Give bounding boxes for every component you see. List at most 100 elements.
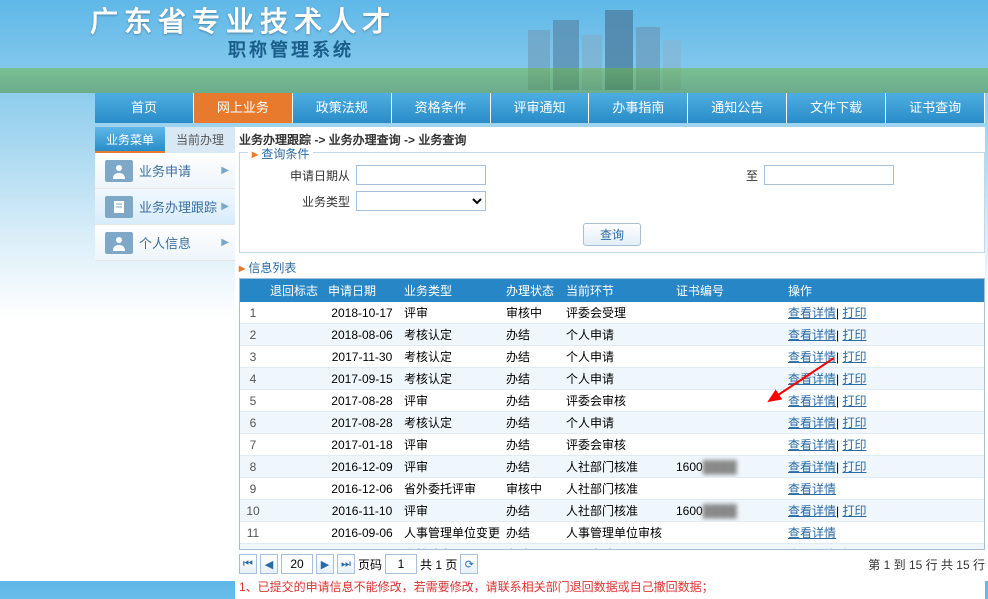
sidebar-tab-menu[interactable]: 业务菜单 (95, 127, 165, 153)
data-table-scroll[interactable]: 退回标志 申请日期 业务类型 办理状态 当前环节 证书编号 操作 12018-1… (240, 279, 984, 549)
print-link[interactable]: 打印 (842, 328, 866, 342)
print-link[interactable]: 打印 (842, 504, 866, 518)
table-row[interactable]: 72017-01-18评审办结评委会审核查看详情| 打印 (240, 434, 984, 456)
next-page-button[interactable]: ▶ (316, 554, 334, 574)
caret-right-icon: ▸ (252, 147, 258, 161)
cell-status: 办结 (502, 324, 562, 346)
cell-index: 7 (240, 434, 266, 456)
cell-status: 审核中 (502, 478, 562, 500)
sidebar-tab-current[interactable]: 当前办理 (165, 127, 235, 153)
cell-status: 办结 (502, 346, 562, 368)
header: 广东省专业技术人才 职称管理系统 (0, 0, 988, 93)
view-link[interactable]: 查看详情 (788, 460, 836, 474)
date-to-input[interactable] (764, 165, 894, 185)
cell-date: 2017-08-28 (324, 390, 400, 412)
search-button[interactable]: 查询 (583, 223, 641, 246)
refresh-button[interactable]: ⟳ (460, 554, 478, 574)
cell-date: 2017-11-30 (324, 346, 400, 368)
cell-type: 评审 (400, 434, 502, 456)
nav-download[interactable]: 文件下载 (787, 93, 886, 123)
nav-policy[interactable]: 政策法规 (293, 93, 392, 123)
view-link[interactable]: 查看详情 (788, 438, 836, 452)
cell-date: 2016-12-06 (324, 478, 400, 500)
cell-cert (672, 390, 784, 412)
view-link[interactable]: 查看详情 (788, 350, 836, 364)
print-link[interactable]: 打印 (842, 306, 866, 320)
sidebar-item-apply[interactable]: 业务申请 ▶ (95, 153, 235, 189)
first-page-button[interactable]: ⏮ (239, 554, 257, 574)
nav-cert-query[interactable]: 证书查询 (886, 93, 985, 123)
cell-date: 2017-09-15 (324, 368, 400, 390)
top-nav: 首页 网上业务 政策法规 资格条件 评审通知 办事指南 通知公告 文件下载 证书… (95, 93, 985, 123)
cell-status: 办结 (502, 500, 562, 522)
table-row[interactable]: 112016-09-06人事管理单位变更办结人事管理单位审核查看详情 (240, 522, 984, 544)
view-link[interactable]: 查看详情 (788, 372, 836, 386)
table-row[interactable]: 62017-08-28考核认定办结个人申请查看详情| 打印 (240, 412, 984, 434)
page-size-input[interactable] (281, 554, 313, 574)
page-number-input[interactable] (385, 554, 417, 574)
sidebar-item-label: 业务申请 (139, 161, 191, 180)
view-link[interactable]: 查看详情 (788, 504, 836, 518)
view-link[interactable]: 查看详情 (788, 548, 836, 549)
nav-qual[interactable]: 资格条件 (392, 93, 491, 123)
cell-cert (672, 522, 784, 544)
sidebar-item-tracking[interactable]: 业务办理跟踪 ▶ (95, 189, 235, 225)
cell-index: 8 (240, 456, 266, 478)
print-link[interactable]: 打印 (842, 394, 866, 408)
cell-index: 12 (240, 544, 266, 550)
biztype-select[interactable] (356, 191, 486, 211)
cell-step: 人事管理单位审核 (562, 522, 672, 544)
cell-date: 2018-08-06 (324, 324, 400, 346)
table-row[interactable]: 22018-08-06考核认定办结个人申请查看详情| 打印 (240, 324, 984, 346)
cell-return (266, 302, 324, 324)
print-link[interactable]: 打印 (842, 548, 866, 549)
table-row[interactable]: 12018-10-17评审审核中评委会受理查看详情| 打印 (240, 302, 984, 324)
nav-guide[interactable]: 办事指南 (589, 93, 688, 123)
cell-status: 办结 (502, 434, 562, 456)
view-link[interactable]: 查看详情 (788, 306, 836, 320)
nav-online-biz[interactable]: 网上业务 (194, 93, 293, 123)
nav-home[interactable]: 首页 (95, 93, 194, 123)
data-table-container: 退回标志 申请日期 业务类型 办理状态 当前环节 证书编号 操作 12018-1… (239, 278, 985, 550)
cell-ops: 查看详情| 打印 (784, 544, 984, 550)
print-link[interactable]: 打印 (842, 416, 866, 430)
cell-return (266, 478, 324, 500)
cell-index: 2 (240, 324, 266, 346)
sidebar-item-personal[interactable]: 个人信息 ▶ (95, 225, 235, 261)
last-page-button[interactable]: ⏭ (337, 554, 355, 574)
view-link[interactable]: 查看详情 (788, 394, 836, 408)
prev-page-button[interactable]: ◀ (260, 554, 278, 574)
cell-type: 考核认定 (400, 544, 502, 550)
table-row[interactable]: 82016-12-09评审办结人社部门核准1600████查看详情| 打印 (240, 456, 984, 478)
cell-ops: 查看详情| 打印 (784, 324, 984, 346)
nav-review-notice[interactable]: 评审通知 (491, 93, 590, 123)
table-row[interactable]: 92016-12-06省外委托评审审核中人社部门核准查看详情 (240, 478, 984, 500)
view-link[interactable]: 查看详情 (788, 328, 836, 342)
cell-ops: 查看详情 (784, 478, 984, 500)
view-link[interactable]: 查看详情 (788, 482, 836, 496)
col-return: 退回标志 (266, 279, 324, 302)
col-step: 当前环节 (562, 279, 672, 302)
pager: ⏮ ◀ ▶ ⏭ 页码 共 1 页 ⟳ 第 1 到 15 行 共 15 行 (239, 554, 985, 574)
col-type: 业务类型 (400, 279, 502, 302)
print-link[interactable]: 打印 (842, 372, 866, 386)
view-link[interactable]: 查看详情 (788, 416, 836, 430)
table-row[interactable]: 122016-08-18考核认定办结个人申请查看详情| 打印 (240, 544, 984, 550)
print-link[interactable]: 打印 (842, 460, 866, 474)
site-subtitle: 职称管理系统 (228, 36, 354, 62)
breadcrumb: 业务办理跟踪 -> 业务办理查询 -> 业务查询 (239, 127, 985, 152)
cell-return (266, 346, 324, 368)
cell-ops: 查看详情| 打印 (784, 390, 984, 412)
table-row[interactable]: 102016-11-10评审办结人社部门核准1600████查看详情| 打印 (240, 500, 984, 522)
date-from-input[interactable] (356, 165, 486, 185)
table-row[interactable]: 42017-09-15考核认定办结个人申请查看详情| 打印 (240, 368, 984, 390)
print-link[interactable]: 打印 (842, 350, 866, 364)
cell-status: 办结 (502, 456, 562, 478)
table-row[interactable]: 52017-08-28评审办结评委会审核查看详情| 打印 (240, 390, 984, 412)
table-row[interactable]: 32017-11-30考核认定办结个人申请查看详情| 打印 (240, 346, 984, 368)
chevron-right-icon: ▶ (221, 237, 229, 248)
view-link[interactable]: 查看详情 (788, 526, 836, 540)
nav-announce[interactable]: 通知公告 (688, 93, 787, 123)
cell-index: 9 (240, 478, 266, 500)
print-link[interactable]: 打印 (842, 438, 866, 452)
